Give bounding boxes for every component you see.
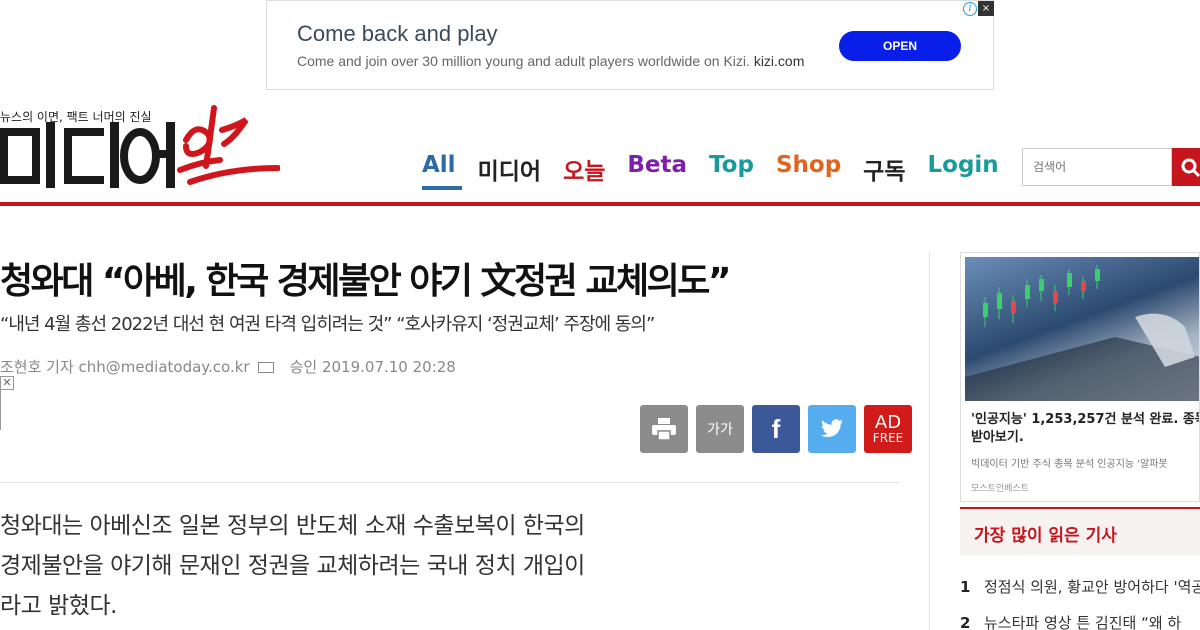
article-headline: 청와대 “아베, 한국 경제불안 야기 文정권 교체의도” xyxy=(0,261,731,302)
nav-item-all[interactable]: All xyxy=(422,152,462,190)
article-byline: 조현호 기자 chh@mediatoday.co.kr 승인 2019.07.10… xyxy=(0,356,456,377)
sidebar-ad[interactable]: '인공지능' 1,253,257건 분석 완료. 종목 받아보기. 빅데이터 기… xyxy=(960,252,1200,502)
sidebar-ad-title: '인공지능' 1,253,257건 분석 완료. 종목 받아보기. xyxy=(971,412,1200,445)
ad-free-button[interactable]: AD FREE xyxy=(864,405,912,453)
nav-item-login[interactable]: Login xyxy=(928,152,999,190)
list-rank: 1 xyxy=(960,578,971,596)
popular-title: 가장 많이 읽은 기사 xyxy=(974,526,1117,546)
site-logo[interactable] xyxy=(0,100,280,190)
column-separator xyxy=(929,252,930,630)
nav-item-shop[interactable]: Shop xyxy=(776,152,841,190)
info-icon[interactable]: i xyxy=(963,2,977,16)
sidebar-ad-desc: 빅데이터 기반 주식 종목 분석 인공지능 '알파봇 xyxy=(971,459,1168,470)
list-item[interactable]: 1 정점식 의원, 황교안 방어하다 '역공' xyxy=(960,576,1200,597)
twitter-share-button[interactable] xyxy=(808,405,856,453)
font-size-button[interactable]: 가가 xyxy=(696,405,744,453)
ad-description-text: Come and join over 30 million young and … xyxy=(297,53,750,69)
article-subhead: “내년 4월 총선 2022년 대선 현 여권 타격 입히려는 것” “호사카유… xyxy=(0,314,655,335)
list-rank: 2 xyxy=(960,614,971,630)
ad-banner[interactable]: Come back and play Come and join over 30… xyxy=(266,0,994,90)
ad-domain: kizi.com xyxy=(753,53,805,69)
search-button[interactable] xyxy=(1172,148,1200,186)
nav-item-subscribe[interactable]: 구독 xyxy=(863,152,905,190)
list-title: 뉴스타파 영상 튼 김진태 “왜 하 xyxy=(984,614,1182,630)
ad-title: Come back and play xyxy=(297,21,498,46)
main-nav: All 미디어 오늘 Beta Top Shop 구독 Login xyxy=(422,152,1021,190)
popular-header: 가장 많이 읽은 기사 xyxy=(960,507,1200,555)
author[interactable]: 조현호 기자 chh@mediatoday.co.kr xyxy=(0,358,250,376)
print-icon xyxy=(652,418,676,441)
sidebar-ad-image xyxy=(965,257,1199,401)
nav-item-today[interactable]: 오늘 xyxy=(563,152,605,190)
twitter-icon xyxy=(821,419,843,438)
print-button[interactable] xyxy=(640,405,688,453)
ad-open-button[interactable]: OPEN xyxy=(839,31,961,61)
list-title: 정점식 의원, 황교안 방어하다 '역공' xyxy=(984,578,1200,596)
list-item[interactable]: 2 뉴스타파 영상 튼 김진태 “왜 하 xyxy=(960,612,1200,630)
close-icon[interactable]: × xyxy=(978,1,994,16)
search-icon xyxy=(1181,158,1200,178)
ad-free-sub: FREE xyxy=(872,431,904,445)
search-input[interactable] xyxy=(1022,148,1172,186)
article-divider xyxy=(0,482,899,483)
ad-description: Come and join over 30 million young and … xyxy=(297,53,804,69)
article-body: 청와대는 아베신조 일본 정부의 반도체 소재 수출보복이 한국의 경제불안을 … xyxy=(0,513,585,619)
nav-item-beta[interactable]: Beta xyxy=(627,152,687,190)
approved-date: 승인 2019.07.10 20:28 xyxy=(289,358,456,376)
nav-item-top[interactable]: Top xyxy=(709,152,754,190)
mail-icon[interactable] xyxy=(257,362,274,373)
close-icon[interactable]: ✕ xyxy=(0,376,14,390)
nav-item-media[interactable]: 미디어 xyxy=(478,152,541,190)
divider xyxy=(0,390,1,430)
article-tools: 가가 f AD FREE xyxy=(640,405,912,453)
sidebar-ad-source: 모스트인베스트 xyxy=(971,484,1029,494)
facebook-share-button[interactable]: f xyxy=(752,405,800,453)
ad-free-label: AD xyxy=(874,412,902,433)
header-divider xyxy=(0,202,1200,206)
